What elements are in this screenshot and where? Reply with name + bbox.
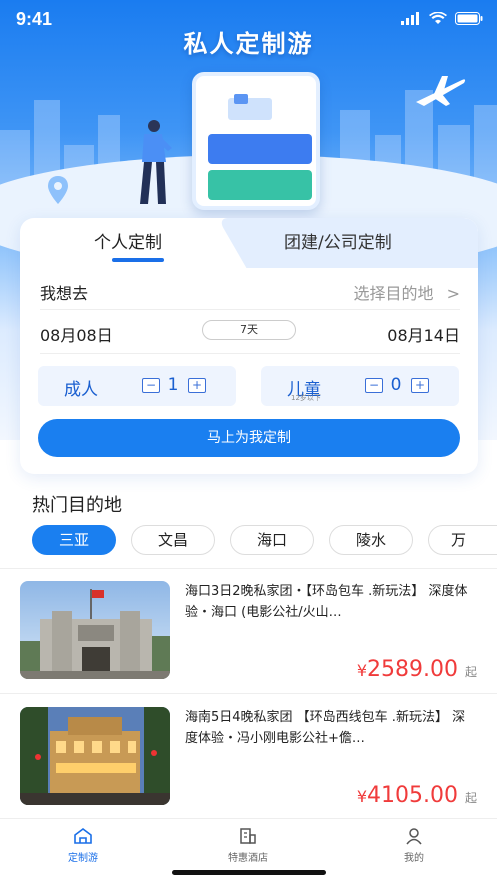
child-counter: 儿童 12岁以下 − 0 +	[261, 366, 459, 406]
nav-hotel-deals[interactable]: 特惠酒店	[203, 827, 293, 864]
airplane-icon	[416, 76, 466, 106]
list-item[interactable]: 海口3日2晚私家团・【环岛包车 .新玩法】 深度体验・海口 (电影公社/火山… …	[0, 569, 497, 695]
phone-card-green	[208, 170, 312, 200]
home-indicator	[172, 870, 326, 875]
traveler-illustration	[140, 120, 172, 204]
price-currency: ¥	[356, 787, 367, 806]
start-date[interactable]: 08月08日	[40, 322, 113, 346]
chevron-right-icon: >	[446, 284, 460, 303]
wrench-icon	[228, 94, 272, 120]
nav-label: 特惠酒店	[228, 853, 268, 864]
adult-counter: 成人 − 1 +	[38, 366, 236, 406]
price-value: 4105.00	[367, 783, 458, 808]
item-title: 海口3日2晚私家团・【环岛包车 .新玩法】 深度体验・海口 (电影公社/火山…	[185, 584, 468, 620]
haikou-gate-photo	[20, 581, 170, 679]
hotel-icon	[240, 828, 256, 844]
tab-active-indicator	[112, 258, 164, 262]
price-suffix: 起	[464, 665, 477, 679]
street-night-photo	[20, 707, 170, 805]
destination-label: 我想去	[40, 284, 89, 303]
home-icon	[74, 828, 92, 844]
child-minus-button[interactable]: −	[365, 378, 383, 393]
destination-selector[interactable]: 选择目的地 >	[353, 280, 460, 304]
child-age-note: 12岁以下	[291, 394, 321, 402]
item-price: ¥2589.00 起	[357, 657, 477, 682]
destination-chips: 三亚 文昌 海口 陵水 万	[32, 525, 497, 557]
date-row: 08月08日 7天 08月14日	[40, 318, 460, 354]
location-pin-icon	[48, 176, 68, 204]
destination-placeholder: 选择目的地	[353, 284, 434, 303]
phone-illustration	[192, 72, 320, 210]
destination-row[interactable]: 我想去 选择目的地 >	[40, 274, 460, 310]
adult-plus-button[interactable]: +	[188, 378, 206, 393]
list-item[interactable]: 海南5日4晚私家团 【环岛西线包车 .新玩法】 深度体验・冯小刚电影公社+儋… …	[0, 695, 497, 821]
item-title: 海南5日4晚私家团 【环岛西线包车 .新玩法】 深度体验・冯小刚电影公社+儋…	[185, 710, 466, 746]
trip-type-tabs: 个人定制 团建/公司定制	[20, 218, 478, 268]
chip-wenchang[interactable]: 文昌	[131, 525, 215, 555]
hot-destinations-title: 热门目的地	[32, 495, 122, 516]
chip-sanya[interactable]: 三亚	[32, 525, 116, 555]
nav-label: 定制游	[68, 853, 98, 864]
tab-personal[interactable]: 个人定制	[94, 228, 162, 253]
chip-wanning[interactable]: 万	[428, 525, 497, 555]
item-price: ¥4105.00 起	[357, 783, 477, 808]
hero-title: 私人定制游	[183, 30, 314, 58]
price-currency: ¥	[356, 661, 367, 680]
price-value: 2589.00	[367, 657, 458, 682]
chip-haikou[interactable]: 海口	[230, 525, 314, 555]
chip-lingshui[interactable]: 陵水	[329, 525, 413, 555]
adult-minus-button[interactable]: −	[142, 378, 160, 393]
end-date[interactable]: 08月14日	[387, 322, 460, 346]
customize-now-button[interactable]: 马上为我定制	[38, 419, 460, 457]
price-suffix: 起	[464, 791, 477, 805]
child-plus-button[interactable]: +	[411, 378, 429, 393]
phone-card-blue	[208, 134, 312, 164]
child-count: 0	[390, 375, 402, 395]
user-icon	[406, 828, 422, 845]
item-divider	[0, 693, 497, 694]
nav-profile[interactable]: 我的	[369, 827, 459, 864]
adult-label: 成人	[64, 380, 98, 400]
tab-company[interactable]: 团建/公司定制	[284, 228, 392, 253]
trip-days-badge: 7天	[202, 320, 296, 340]
custom-trip-form: 个人定制 团建/公司定制 我想去 选择目的地 > 08月08日 7天 08月14…	[20, 218, 478, 474]
nav-custom-tour[interactable]: 定制游	[38, 827, 128, 864]
adult-count: 1	[167, 375, 179, 395]
nav-label: 我的	[404, 853, 424, 864]
